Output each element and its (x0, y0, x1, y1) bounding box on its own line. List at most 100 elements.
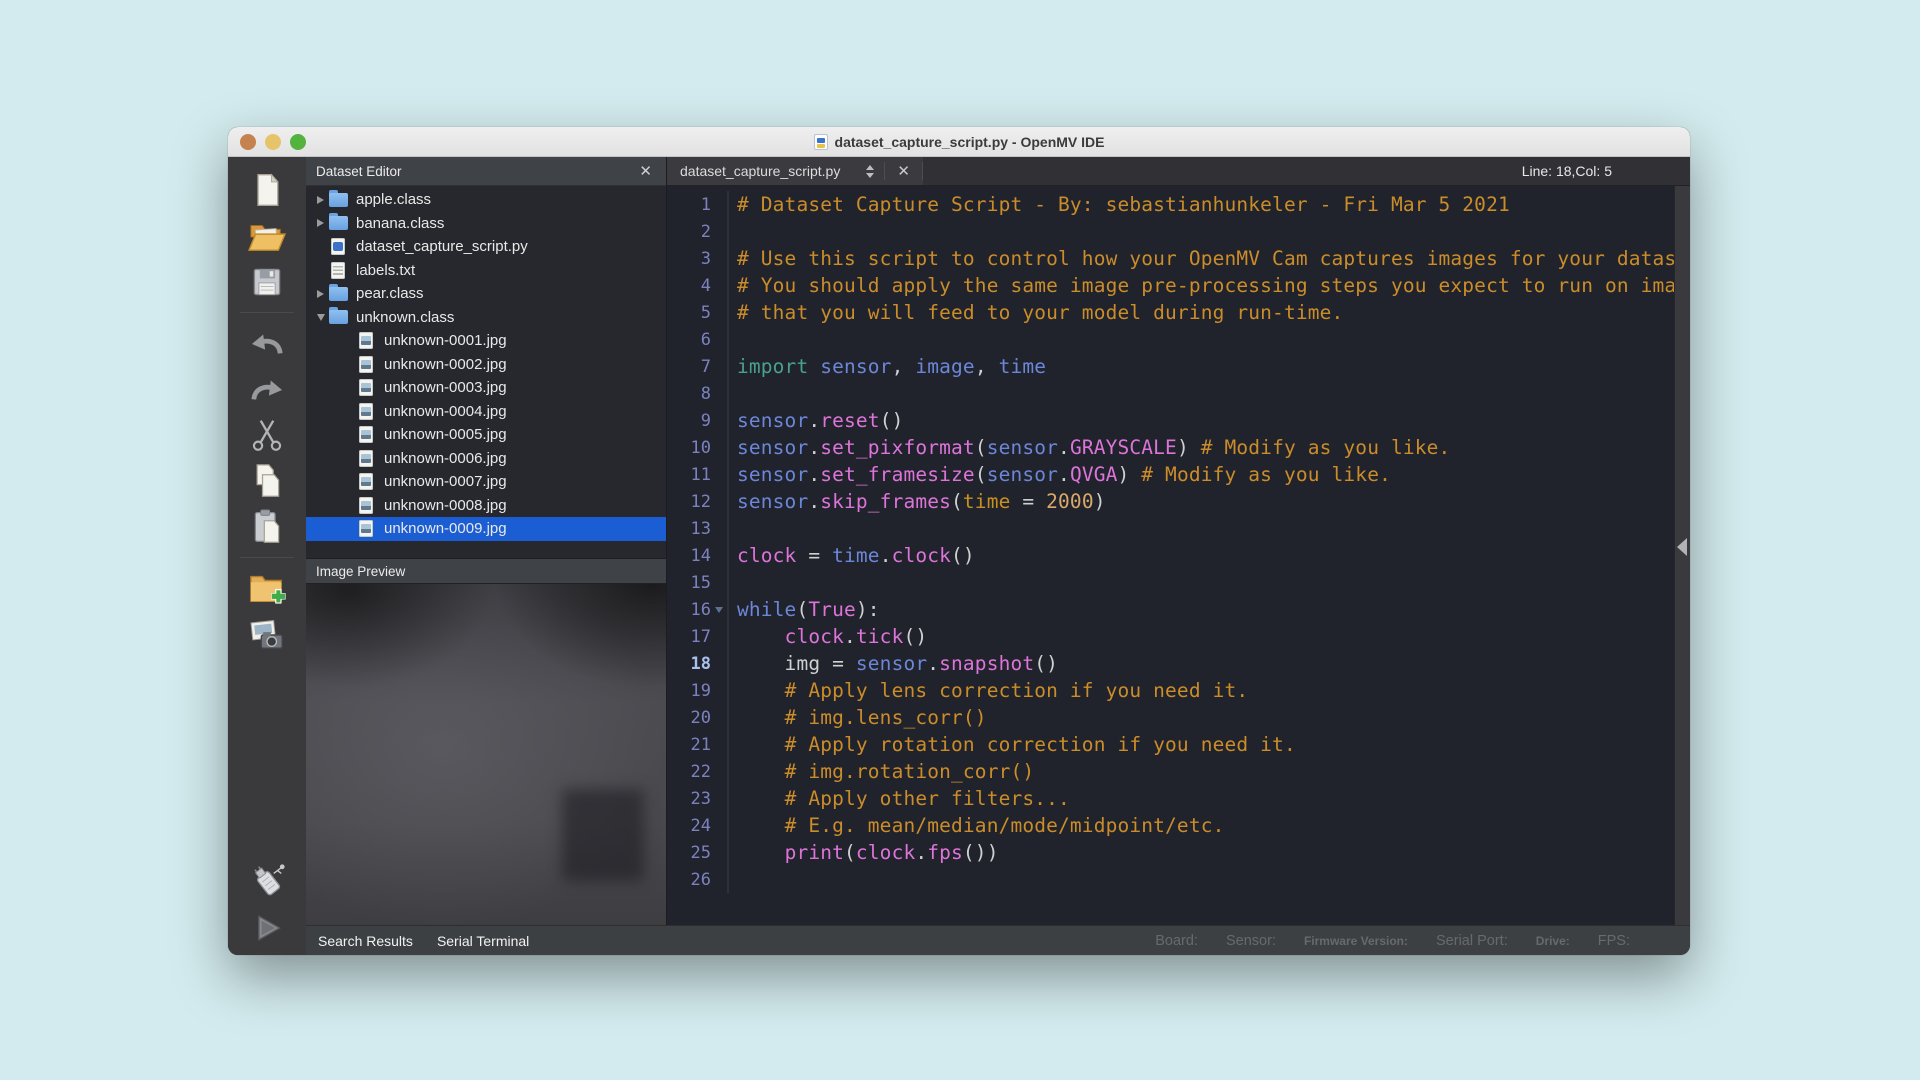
code-text: sensor.reset() (737, 409, 903, 432)
fold-gutter (711, 353, 729, 380)
tree-item[interactable]: unknown-0002.jpg (306, 353, 666, 377)
fold-gutter (711, 839, 729, 866)
line-number: 25 (667, 843, 711, 863)
tree-item[interactable]: unknown-0005.jpg (306, 423, 666, 447)
code-text: # Apply lens correction if you need it. (737, 679, 1248, 702)
camera-photos-icon (248, 616, 286, 652)
tree-item[interactable]: pear.class (306, 282, 666, 306)
new-dataset-folder-button[interactable] (244, 567, 290, 609)
undo-button[interactable] (244, 322, 290, 364)
folder-icon (329, 310, 349, 324)
paste-button[interactable] (244, 506, 290, 548)
tree-item[interactable]: apple.class (306, 188, 666, 212)
line-number: 3 (667, 249, 711, 269)
cut-button[interactable] (244, 414, 290, 456)
minimize-button[interactable] (265, 134, 281, 150)
folder-plus-icon (247, 569, 287, 607)
code-text: print(clock.fps()) (737, 841, 999, 864)
connect-board-button[interactable] (244, 861, 290, 903)
tree-item[interactable]: unknown-0006.jpg (306, 447, 666, 471)
tree-item-label: dataset_capture_script.py (356, 238, 534, 255)
fold-gutter (711, 812, 729, 839)
image-file-icon (357, 426, 377, 443)
tree-item[interactable]: unknown.class (306, 306, 666, 330)
tree-item[interactable]: unknown-0004.jpg (306, 400, 666, 424)
line-number: 19 (667, 681, 711, 701)
code-line: 14clock = time.clock() (667, 542, 1674, 569)
code-line: 20 # img.lens_corr() (667, 704, 1674, 731)
copy-button[interactable] (244, 460, 290, 502)
code-text: # that you will feed to your model durin… (737, 301, 1343, 324)
code-line: 16while(True): (667, 596, 1674, 623)
start-script-button[interactable] (244, 907, 290, 949)
folder-icon (329, 216, 349, 230)
tree-item[interactable]: dataset_capture_script.py (306, 235, 666, 259)
tree-item-label: unknown-0008.jpg (384, 497, 513, 514)
tree-item-label: apple.class (356, 191, 437, 208)
tree-item[interactable]: unknown-0009.jpg (306, 517, 666, 541)
status-tab-serial-terminal[interactable]: Serial Terminal (437, 933, 529, 949)
disclosure-triangle-icon[interactable] (312, 219, 329, 227)
tab-dataset-capture-script[interactable]: dataset_capture_script.py ✕ (667, 157, 923, 185)
code-text: # img.rotation_corr() (737, 760, 1034, 783)
tree-item[interactable]: unknown-0001.jpg (306, 329, 666, 353)
code-area[interactable]: 1# Dataset Capture Script - By: sebastia… (667, 186, 1674, 925)
folder-icon (329, 287, 349, 301)
panel-expander-arrow-icon[interactable] (1677, 538, 1687, 556)
image-preview-title: Image Preview (316, 564, 405, 579)
new-file-button[interactable] (244, 169, 290, 211)
code-line: 2 (667, 218, 1674, 245)
title-bar[interactable]: dataset_capture_script.py - OpenMV IDE (228, 127, 1690, 157)
dataset-editor-header: Dataset Editor ✕ (306, 157, 666, 186)
tree-item[interactable]: banana.class (306, 212, 666, 236)
disclosure-triangle-icon[interactable] (312, 314, 329, 321)
code-text: clock.tick() (737, 625, 927, 648)
save-file-button[interactable] (244, 261, 290, 303)
fold-marker-icon[interactable] (711, 596, 729, 623)
redo-icon (248, 373, 286, 405)
open-file-button[interactable] (244, 215, 290, 257)
code-line: 15 (667, 569, 1674, 596)
line-number: 7 (667, 357, 711, 377)
redo-button[interactable] (244, 368, 290, 410)
line-number: 18 (667, 654, 711, 674)
status-field: FPS: (1598, 933, 1630, 949)
code-text: sensor.set_framesize(sensor.QVGA) # Modi… (737, 463, 1391, 486)
line-number: 20 (667, 708, 711, 728)
tree-item[interactable]: unknown-0007.jpg (306, 470, 666, 494)
tree-item[interactable]: unknown-0003.jpg (306, 376, 666, 400)
code-line: 1# Dataset Capture Script - By: sebastia… (667, 191, 1674, 218)
close-button[interactable] (240, 134, 256, 150)
tree-item[interactable]: labels.txt (306, 259, 666, 283)
folder-icon (329, 193, 349, 207)
tab-spinner-icon[interactable] (856, 165, 884, 178)
status-tab-search-results[interactable]: Search Results (318, 933, 413, 949)
image-file-icon (357, 379, 377, 396)
disclosure-triangle-icon[interactable] (312, 290, 329, 298)
tab-close-icon[interactable]: ✕ (885, 162, 922, 180)
capture-images-button[interactable] (244, 613, 290, 655)
disclosure-triangle-icon[interactable] (312, 196, 329, 204)
code-line: 4# You should apply the same image pre-p… (667, 272, 1674, 299)
tree-item[interactable]: unknown-0008.jpg (306, 494, 666, 518)
status-fields: Board:Sensor:Firmware Version:Serial Por… (1155, 933, 1690, 949)
copy-icon (250, 462, 284, 500)
fold-gutter (711, 218, 729, 245)
zoom-button[interactable] (290, 134, 306, 150)
traffic-lights (240, 127, 306, 156)
tree-item-label: unknown-0009.jpg (384, 520, 513, 537)
tree-item-label: labels.txt (356, 262, 421, 279)
tree-item-label: unknown-0001.jpg (384, 332, 513, 349)
image-file-icon (357, 497, 377, 514)
paste-icon (250, 508, 284, 546)
fold-gutter (711, 866, 729, 893)
line-number: 8 (667, 384, 711, 404)
line-number: 5 (667, 303, 711, 323)
fold-gutter (711, 434, 729, 461)
code-text: # Apply rotation correction if you need … (737, 733, 1296, 756)
code-text: import sensor, image, time (737, 355, 1046, 378)
line-number: 22 (667, 762, 711, 782)
dataset-editor-close-icon[interactable]: ✕ (635, 162, 656, 181)
code-line: 18 img = sensor.snapshot() (667, 650, 1674, 677)
code-line: 9sensor.reset() (667, 407, 1674, 434)
